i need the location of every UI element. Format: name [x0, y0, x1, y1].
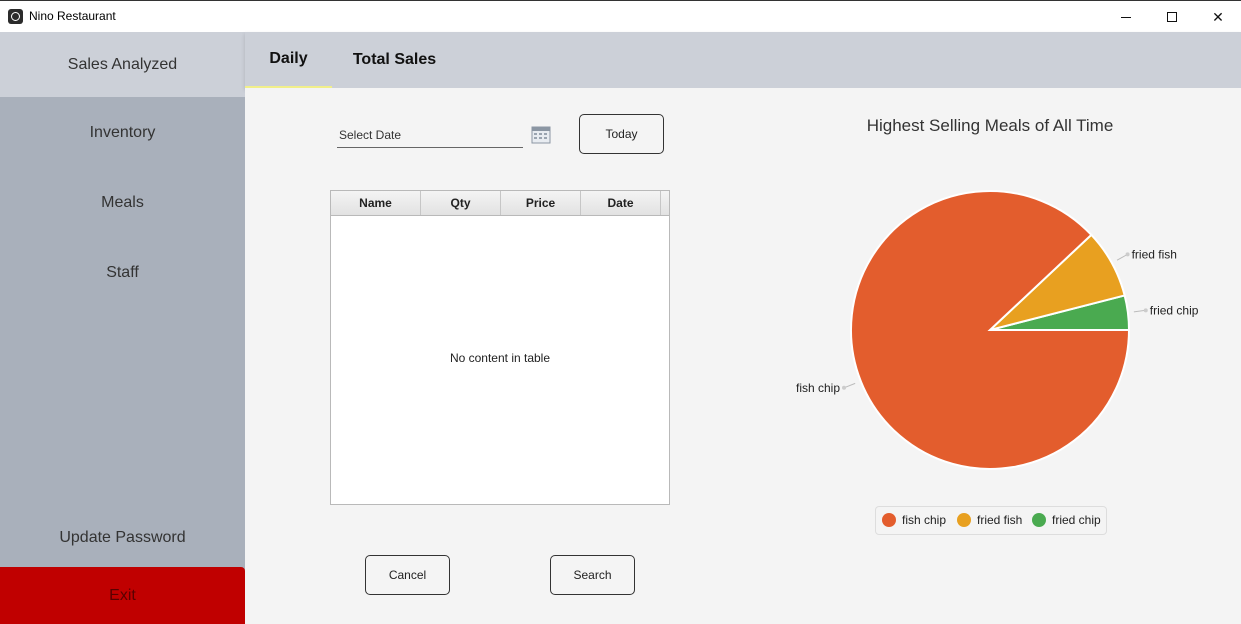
- window-title: Nino Restaurant: [29, 9, 116, 23]
- sidebar-item-staff[interactable]: Staff: [0, 253, 245, 293]
- pie-label-fish-chip: fish chip: [796, 381, 840, 395]
- pie-label-dot: [1143, 308, 1148, 313]
- legend-swatch: [957, 513, 971, 527]
- daily-panel: Select Date Today Name Qty Price Date No…: [245, 88, 1241, 624]
- pie-chart: fried chip fried fish fish chip: [796, 190, 1199, 470]
- legend-swatch: [1032, 513, 1046, 527]
- window-title-bar: Nino Restaurant ✕: [0, 0, 1241, 32]
- chart-legend: fish chip fried fish fried chip: [875, 506, 1107, 535]
- sidebar-item-update-password[interactable]: Update Password: [0, 518, 245, 558]
- minimize-button[interactable]: [1103, 1, 1149, 33]
- maximize-icon: [1167, 12, 1177, 22]
- close-button[interactable]: ✕: [1195, 1, 1241, 33]
- tab-daily[interactable]: Daily: [245, 32, 332, 88]
- sidebar: Sales Analyzed Inventory Meals Staff Upd…: [0, 32, 245, 624]
- pie-label-fried-chip: fried chip: [1150, 303, 1199, 317]
- tab-total-sales[interactable]: Total Sales: [332, 32, 457, 88]
- legend-label: fried chip: [1052, 513, 1101, 527]
- legend-item: fried chip: [1032, 513, 1101, 527]
- pie-label-dot: [1125, 252, 1130, 257]
- sidebar-item-sales-analyzed[interactable]: Sales Analyzed: [0, 32, 245, 97]
- legend-item: fried fish: [957, 513, 1022, 527]
- tab-bar: Daily Total Sales: [245, 32, 1241, 88]
- minimize-icon: [1121, 16, 1131, 18]
- legend-swatch: [882, 513, 896, 527]
- close-icon: ✕: [1212, 8, 1224, 25]
- pie-slice-fish-chip: [850, 190, 1131, 470]
- sidebar-item-meals[interactable]: Meals: [0, 183, 245, 223]
- legend-label: fish chip: [902, 513, 947, 527]
- app-icon: [8, 9, 23, 24]
- maximize-button[interactable]: [1149, 1, 1195, 33]
- legend-item: fish chip: [882, 513, 946, 527]
- pie-label-dot: [842, 385, 847, 390]
- pie-label-fried-fish: fried fish: [1132, 247, 1177, 261]
- legend-label: fried fish: [977, 513, 1023, 527]
- sidebar-item-inventory[interactable]: Inventory: [0, 113, 245, 153]
- exit-button[interactable]: Exit: [0, 567, 245, 624]
